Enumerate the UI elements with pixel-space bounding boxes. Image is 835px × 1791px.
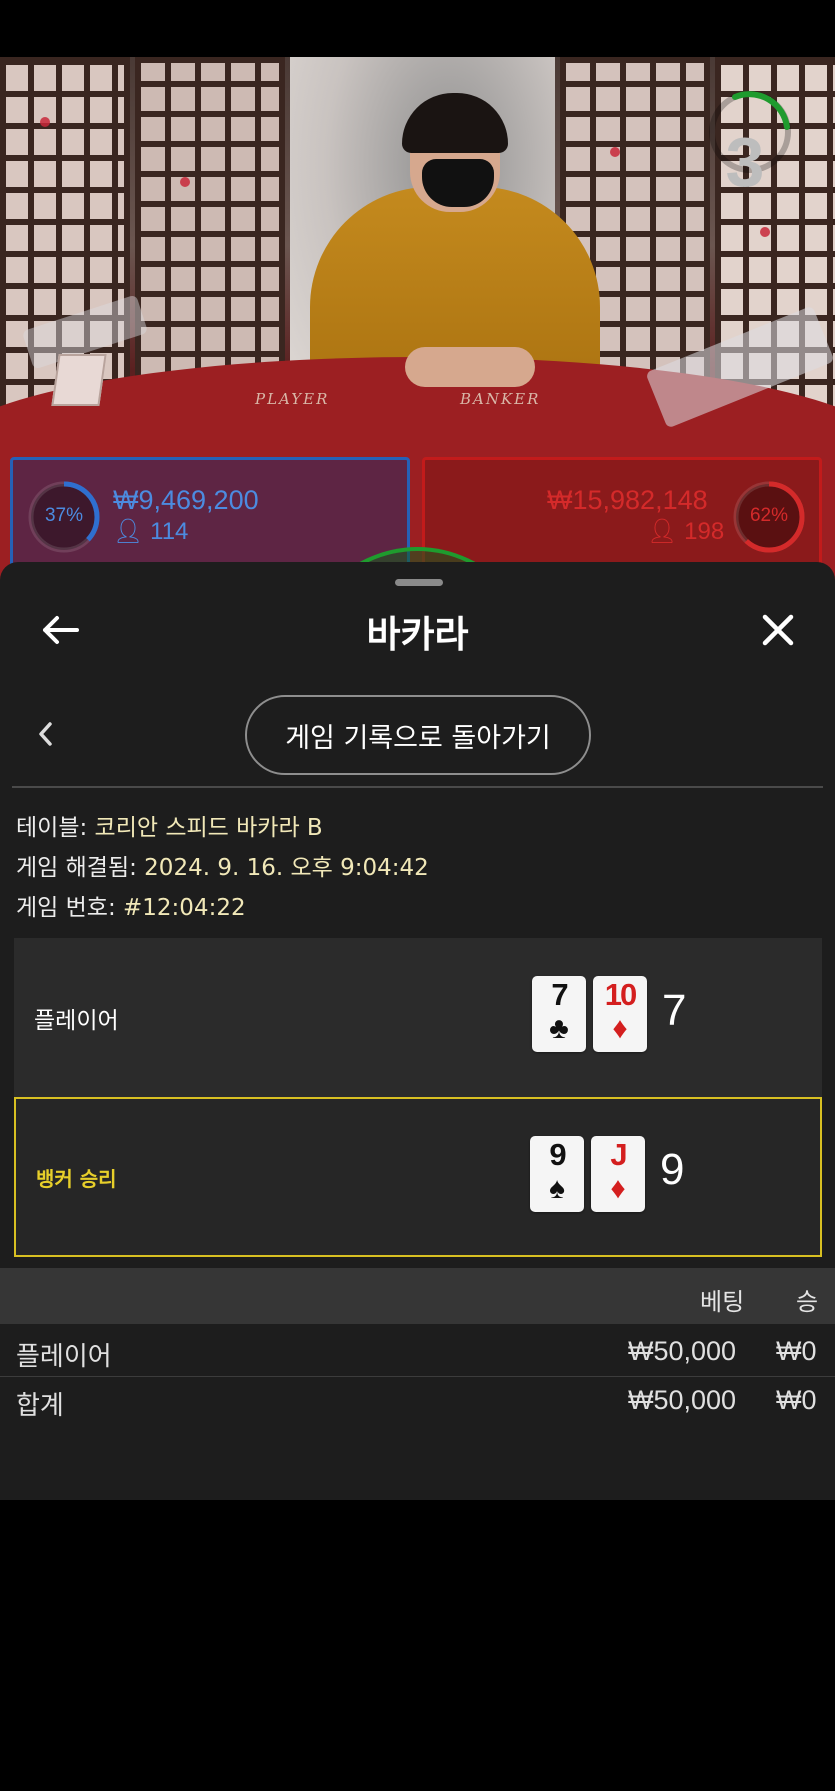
- countdown-timer: 3: [725, 123, 765, 201]
- player-bet-amount: ₩9,469,200: [113, 485, 259, 515]
- dealer-mask: [422, 159, 494, 207]
- game-history-sheet: 바카라 게임 기록으로 돌아가기 테이블: 코리안 스피드 바카라 B 게임 해…: [0, 562, 835, 1500]
- table-label: 테이블:: [16, 815, 95, 841]
- bet-amount: ₩50,000: [628, 1336, 737, 1366]
- playing-card: 10 ♦: [593, 976, 647, 1052]
- card-stack: [51, 354, 107, 406]
- blossom-decoration: [40, 117, 50, 127]
- felt-banker-label: BANKER: [460, 390, 541, 408]
- banker-hand-score: 9: [660, 1145, 685, 1194]
- playing-card: 7 ♣: [532, 976, 586, 1052]
- bets-table-header: 베팅 승: [0, 1268, 835, 1324]
- player-bettors: 114: [150, 518, 189, 545]
- player-hand-score: 7: [662, 986, 687, 1035]
- win-amount: ₩0: [776, 1336, 817, 1366]
- close-button[interactable]: [752, 604, 804, 656]
- player-bettor-count: 👤︎ 114: [113, 517, 188, 546]
- player-hand-label: 플레이어: [34, 1008, 119, 1034]
- live-dealer-video: PLAYER BANKER 3 37% ₩9,469,200 👤︎ 114 ₩1…: [0, 57, 835, 597]
- sheet-drag-handle[interactable]: [395, 579, 443, 586]
- table-row: 플레이어 ₩50,000 ₩0: [0, 1328, 835, 1376]
- resolved-info: 게임 해결됨: 2024. 9. 16. 오후 9:04:42: [16, 848, 429, 882]
- card-rank: J: [610, 1137, 627, 1172]
- total-label: 합계: [16, 1391, 64, 1421]
- blossom-decoration: [180, 177, 190, 187]
- banker-bettors: 198: [684, 518, 725, 545]
- person-icon: 👤︎: [113, 518, 144, 545]
- club-suit-icon: ♣: [549, 1012, 569, 1045]
- dealer-hands: [405, 347, 535, 387]
- total-bet-amount: ₩50,000: [628, 1385, 737, 1415]
- banker-bet-amount: ₩15,982,148: [547, 485, 708, 515]
- card-rank: 9: [549, 1137, 566, 1172]
- column-header-bet: 베팅: [700, 1288, 745, 1316]
- back-to-history-button[interactable]: 게임 기록으로 돌아가기: [245, 695, 591, 775]
- resolved-value: 2024. 9. 16. 오후 9:04:42: [144, 855, 429, 881]
- banker-win-label: 뱅커 승리: [36, 1166, 117, 1191]
- divider: [12, 786, 823, 788]
- table-value: 코리안 스피드 바카라 B: [94, 815, 323, 841]
- chevron-left-icon: [39, 722, 52, 746]
- spade-suit-icon: ♠: [549, 1172, 565, 1205]
- game-number-value: #12:04:22: [123, 895, 246, 921]
- playing-card: J ♦: [591, 1136, 645, 1212]
- table-row-total: 합계 ₩50,000 ₩0: [0, 1377, 835, 1425]
- game-number-info: 게임 번호: #12:04:22: [16, 888, 246, 922]
- playing-card: 9 ♠: [530, 1136, 584, 1212]
- person-icon: 👤︎: [647, 518, 678, 545]
- table-info: 테이블: 코리안 스피드 바카라 B: [16, 808, 323, 842]
- player-hand-row: 플레이어 7 ♣ 10 ♦ 7: [14, 938, 822, 1098]
- game-number-label: 게임 번호:: [16, 895, 124, 921]
- bet-name: 플레이어: [16, 1342, 112, 1372]
- banker-percent: 62%: [749, 505, 789, 526]
- player-percent: 37%: [44, 505, 84, 526]
- card-rank: 7: [551, 977, 568, 1012]
- banker-bettor-count: 👤︎ 198: [647, 517, 724, 546]
- diamond-suit-icon: ♦: [612, 1012, 628, 1045]
- card-rank: 10: [604, 977, 637, 1012]
- banker-hand-row: 뱅커 승리 9 ♠ J ♦ 9: [14, 1097, 822, 1257]
- felt-player-label: PLAYER: [255, 390, 330, 408]
- sheet-title: 바카라: [366, 613, 469, 656]
- close-icon: [762, 614, 794, 646]
- column-header-win: 승: [796, 1288, 819, 1316]
- previous-game-button[interactable]: [28, 712, 62, 756]
- blossom-decoration: [610, 147, 620, 157]
- diamond-suit-icon: ♦: [610, 1172, 626, 1205]
- blossom-decoration: [760, 227, 770, 237]
- resolved-label: 게임 해결됨:: [16, 855, 145, 881]
- total-win-amount: ₩0: [776, 1385, 817, 1415]
